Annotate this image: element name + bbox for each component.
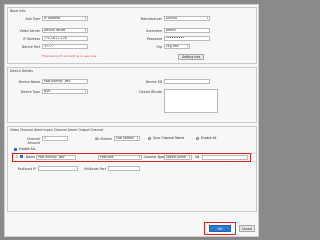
channels-section: Video Channel Alarm Input Channel Alarm … <box>7 126 257 212</box>
device-type-value: NVR <box>44 89 51 93</box>
sync-channel-name-radio[interactable] <box>148 137 151 140</box>
multicast-ip-label: Multicast IP <box>17 167 36 171</box>
org-select[interactable]: Org Hall ▾ <box>164 44 190 49</box>
device-type-label: Device Type <box>20 90 40 94</box>
chevron-down-icon: ▾ <box>136 137 139 140</box>
device-sn-field[interactable] <box>164 79 210 84</box>
password-label: Password <box>147 37 162 41</box>
org-label: Org <box>156 45 162 49</box>
video-server-label: Video Server <box>19 29 40 33</box>
video-server-value: Device Server <box>44 28 66 32</box>
camera-type-label: Camera Type <box>144 155 165 159</box>
manufacturer-value: DAHUA <box>166 16 178 20</box>
chevron-down-icon: ▾ <box>188 156 191 159</box>
chevron-down-icon: ▾ <box>186 45 189 48</box>
username-field[interactable]: admin <box>164 28 210 33</box>
multicast-port-label: Multicast Port <box>84 167 106 171</box>
channel-name-field[interactable]: Pool overlay ,dev <box>36 155 76 160</box>
add-type-label: Add Type <box>25 17 40 21</box>
sn-field[interactable] <box>202 155 248 160</box>
device-port-field[interactable]: 37777 <box>42 44 88 49</box>
chevron-down-icon: ▾ <box>138 156 141 159</box>
camera-type-select[interactable]: Speed Dome ▾ <box>164 155 192 160</box>
sync-channel-name-label: Sync Channel Name <box>153 136 185 140</box>
sn-label: SN <box>195 155 200 159</box>
channel-name-label: Name <box>26 155 36 159</box>
ip-address-label: IP Address <box>23 37 40 41</box>
video-server-select[interactable]: Device Server ▾ <box>42 28 88 33</box>
basic-info-section: Basic Info Add Type IP Address ▾ Manufac… <box>7 7 257 64</box>
manufacturer-select[interactable]: DAHUA ▾ <box>164 16 210 21</box>
channel-tabs[interactable]: Video Channel Alarm Input Channel Alarm … <box>10 128 103 132</box>
device-name-label: Device Name <box>18 80 40 84</box>
channel-row-checkbox[interactable] <box>20 155 23 158</box>
channel-amount-field[interactable]: 1 <box>42 136 68 141</box>
bit-stream-select[interactable]: Sub Stream ▾ <box>114 136 140 141</box>
chevron-down-icon: ▾ <box>84 90 87 93</box>
basic-info-title: Basic Info <box>10 9 26 13</box>
device-bitrate-textarea[interactable] <box>164 89 218 113</box>
chevron-down-icon: ▾ <box>206 17 209 20</box>
org-value: Org Hall <box>166 44 179 48</box>
enable-label: Enable ALL <box>19 147 37 151</box>
getting-info-button[interactable]: Getting Info <box>178 54 204 60</box>
channel-row-index: 1 <box>16 155 18 159</box>
warning-message: The device IP and port is in use now. <box>42 54 97 58</box>
enable-all-label: Enable All <box>201 136 217 140</box>
enable-all-checkbox[interactable] <box>14 148 17 151</box>
add-device-dialog: Basic Info Add Type IP Address ▾ Manufac… <box>4 4 259 237</box>
device-sn-label: Device SN <box>145 80 162 84</box>
username-label: Username <box>145 29 162 33</box>
device-port-label: Device Port <box>21 45 40 49</box>
ip-address-field[interactable]: 172.16.17.176 <box>42 36 88 41</box>
multicast-ip-field[interactable] <box>38 166 78 171</box>
chevron-down-icon: ▾ <box>84 29 87 32</box>
channel-amount-label: Channel Amount <box>26 137 40 145</box>
device-details-title: Device Details <box>10 69 33 73</box>
cancel-button[interactable]: Cancel <box>239 225 255 232</box>
manufacturer-label: Manufacturer <box>140 17 162 21</box>
chevron-down-icon: ▾ <box>84 17 87 20</box>
multicast-port-field[interactable] <box>108 166 140 171</box>
device-type-select[interactable]: NVR ▾ <box>42 89 88 94</box>
add-type-value: IP Address <box>44 16 61 20</box>
password-field[interactable]: •••••••••• <box>164 36 210 41</box>
camera-type-value: Speed Dome <box>166 155 186 159</box>
enable-all-radio[interactable] <box>196 137 199 140</box>
feature-value: Features <box>100 155 114 159</box>
device-bitrate-label: Device Bitrate <box>139 90 162 94</box>
bit-stream-label: Bit Stream <box>95 137 112 141</box>
bit-stream-value: Sub Stream <box>116 136 135 140</box>
add-type-select[interactable]: IP Address ▾ <box>42 16 88 21</box>
feature-select[interactable]: Features ▾ <box>98 155 142 160</box>
ok-button[interactable]: OK <box>209 225 231 232</box>
device-details-section: Device Details Device Name Pool overlay … <box>7 67 257 123</box>
device-name-field[interactable]: Pool overlay ,dev <box>42 79 88 84</box>
